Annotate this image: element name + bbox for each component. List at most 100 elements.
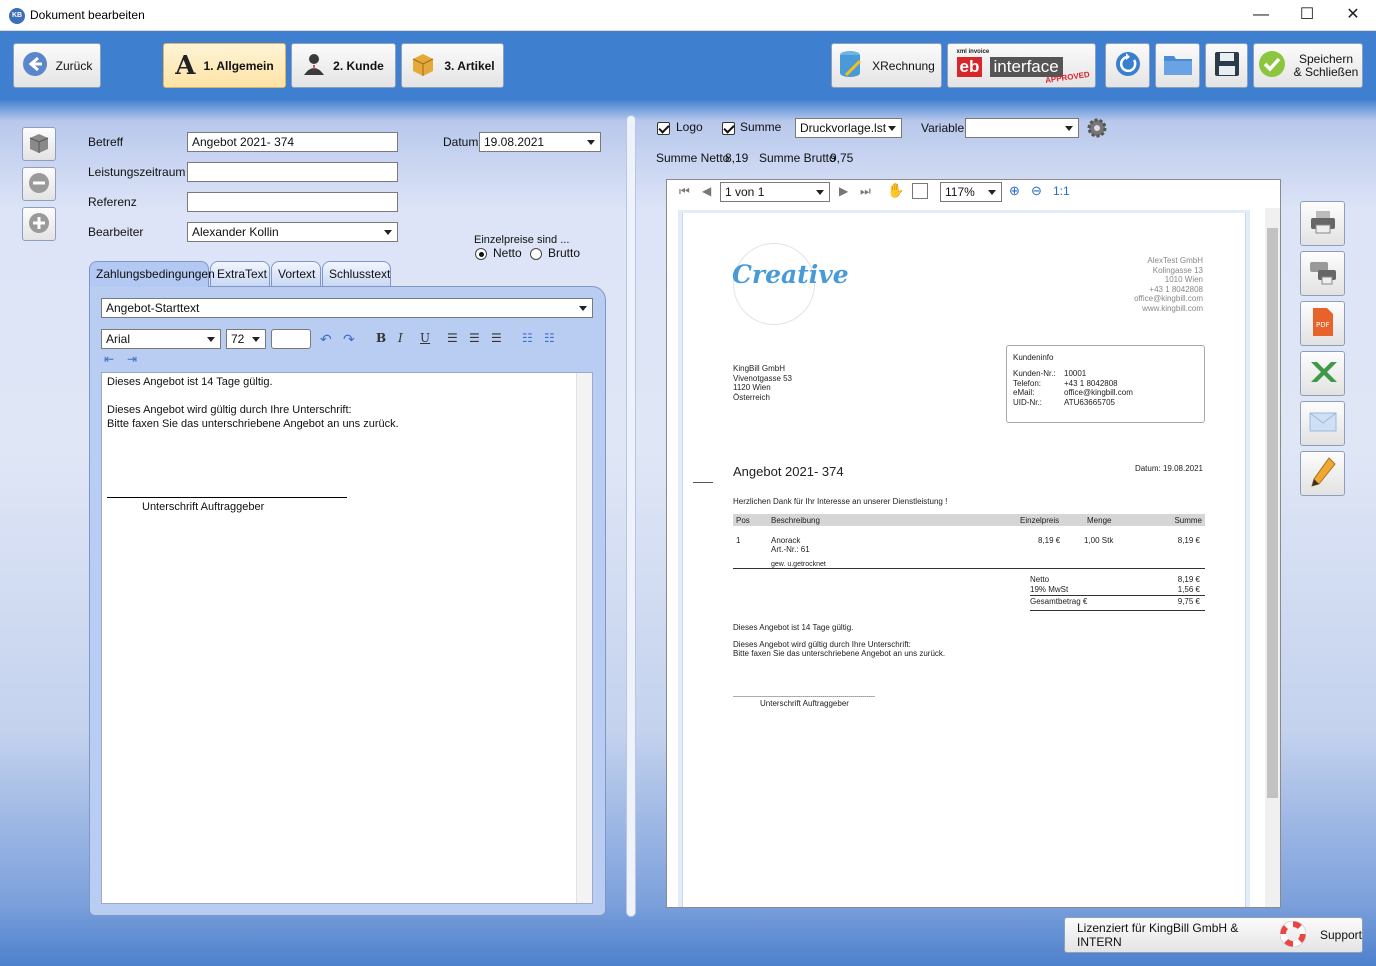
preview-scrollbar[interactable] (1265, 208, 1280, 907)
sender-line: +43 1 8042808 (1149, 284, 1203, 294)
add-button[interactable] (22, 207, 56, 241)
indent-icon[interactable]: ⇥ (127, 352, 137, 366)
maximize-button[interactable]: ☐ (1284, 0, 1330, 31)
edit-button[interactable] (1300, 451, 1345, 496)
bearbeiter-select[interactable]: Alexander Kollin (187, 222, 398, 242)
align-center-icon[interactable]: ☰ (469, 331, 480, 345)
print-multiple-button[interactable] (1300, 251, 1345, 296)
title-bar: KB Dokument bearbeiten — ☐ ✕ (0, 0, 1376, 31)
save-button[interactable] (1205, 43, 1248, 88)
save-close-button[interactable]: Speichern & Schließen (1253, 43, 1363, 88)
betreff-input[interactable]: Angebot 2021- 374 (187, 132, 398, 152)
variable-label: Variable (921, 121, 965, 135)
header-menge: Menge (1087, 516, 1112, 525)
zoom-value: 117% (945, 185, 975, 199)
summe-netto-label: Summe Netto (656, 151, 730, 165)
pdf-button[interactable]: PDF (1300, 301, 1345, 346)
remove-button[interactable] (22, 167, 56, 201)
datum-picker[interactable]: 19.08.2021 (479, 132, 601, 152)
folder-button[interactable] (1155, 43, 1200, 88)
numbered-list-icon[interactable]: ☷ (544, 331, 555, 345)
plus-icon (28, 212, 50, 237)
minimize-button[interactable]: — (1238, 0, 1284, 31)
font-select[interactable]: Arial (101, 329, 221, 349)
scrollbar-thumb[interactable] (1267, 228, 1278, 798)
font-size-select[interactable]: 72 (226, 329, 266, 349)
last-page-icon[interactable]: ⏭ (860, 184, 871, 199)
tab-schlusstext[interactable]: Schlusstext (322, 261, 391, 286)
tab-zahlungsbedingungen[interactable]: Zahlungsbedingungen (89, 261, 215, 287)
item-einzelpreis: 8,19 € (1038, 536, 1061, 545)
article-box-button[interactable] (22, 127, 56, 161)
email-button[interactable] (1300, 401, 1345, 446)
license-text: Lizenziert für KingBill GmbH & INTERN (1077, 921, 1239, 949)
redo-icon[interactable]: ↷ (343, 331, 355, 348)
preview-toolbar: ⏮ ◀ 1 von 1 ▶ ⏭ ✋ 117% ⊕ ⊖ 1:1 (667, 180, 1279, 204)
close-button[interactable]: ✕ (1330, 0, 1376, 31)
kundeninfo-value: ATU63665705 (1064, 397, 1115, 407)
summe-netto-value: 8,19 (725, 151, 749, 165)
item-menge: 1,00 Stk (1084, 536, 1114, 545)
summe-checkbox[interactable] (722, 122, 735, 135)
sender-block: AlexTest GmbH Kolingasse 13 1010 Wien +4… (1134, 256, 1203, 313)
druckvorlage-select[interactable]: Druckvorlage.lst (795, 118, 902, 138)
folder-icon (1163, 52, 1193, 79)
tab-artikel-label: 3. Artikel (444, 58, 495, 73)
outdent-icon[interactable]: ⇤ (104, 352, 114, 366)
tab-allgemein[interactable]: A 1. Allgemein (163, 43, 286, 88)
template-value: Angebot-Starttext (106, 301, 200, 315)
minus-icon (28, 172, 50, 197)
bullet-list-icon[interactable]: ☷ (522, 331, 533, 345)
print-button[interactable] (1300, 201, 1345, 246)
italic-icon[interactable]: I (398, 331, 403, 345)
editor-signature: Unterschrift Auftraggeber (142, 501, 265, 513)
underline-icon[interactable]: U (420, 331, 430, 345)
referenz-input[interactable] (187, 192, 398, 212)
tab-extratext[interactable]: ExtraText (210, 261, 270, 286)
zoom-select[interactable]: 117% (940, 182, 1002, 202)
color-field[interactable] (271, 329, 311, 349)
splitter[interactable] (626, 115, 636, 917)
person-icon (303, 52, 325, 79)
tab-kunde[interactable]: 2. Kunde (291, 43, 396, 88)
tab-vortext[interactable]: Vortext (271, 261, 321, 286)
bold-icon[interactable]: B (376, 331, 386, 345)
chevron-down-icon (207, 337, 215, 342)
license-support-button[interactable]: Lizenziert für KingBill GmbH & INTERN Su… (1064, 917, 1363, 953)
back-button[interactable]: Zurück (13, 43, 101, 88)
page-select[interactable]: 1 von 1 (720, 182, 830, 202)
template-select[interactable]: Angebot-Starttext (101, 298, 593, 318)
tab-artikel[interactable]: 3. Artikel (401, 43, 504, 88)
refresh-button[interactable] (1105, 43, 1150, 88)
logo-checkbox[interactable] (657, 122, 670, 135)
zoom-out-icon[interactable]: ⊖ (1031, 183, 1042, 199)
kundeninfo-value: +43 1 8042808 (1064, 378, 1118, 388)
zoom-in-icon[interactable]: ⊕ (1009, 183, 1020, 199)
leistungszeitraum-input[interactable] (187, 162, 398, 182)
refresh-icon (1114, 50, 1142, 81)
einzelpreise-label: Einzelpreise sind ... (474, 234, 570, 246)
next-page-icon[interactable]: ▶ (839, 184, 848, 198)
prev-page-icon[interactable]: ◀ (702, 184, 711, 198)
align-left-icon[interactable]: ☰ (447, 331, 458, 345)
undo-icon[interactable]: ↶ (320, 331, 332, 348)
align-right-icon[interactable]: ☰ (491, 331, 502, 345)
totals-values: 8,19 € 1,56 € 9,75 € (1178, 575, 1200, 607)
zoom-actual-button[interactable]: 1:1 (1053, 184, 1070, 198)
editor-scrollbar[interactable] (576, 373, 592, 903)
xrechnung-button[interactable]: XRechnung (831, 43, 942, 88)
first-page-icon[interactable]: ⏮ (679, 184, 690, 199)
referenz-label: Referenz (88, 195, 137, 209)
brutto-radio[interactable] (530, 248, 542, 260)
text-editor[interactable]: Dieses Angebot ist 14 Tage gültig. Diese… (101, 372, 593, 904)
netto-radio[interactable] (475, 248, 487, 260)
hand-tool-icon[interactable]: ✋ (887, 182, 904, 199)
excel-button[interactable] (1300, 351, 1345, 396)
fold-mark (693, 482, 713, 483)
gear-icon[interactable] (1086, 117, 1108, 142)
zoom-box-icon[interactable] (912, 183, 928, 199)
ebinterface-button[interactable]: xml invoice eb interface APPROVED (947, 43, 1096, 88)
chevron-down-icon (252, 337, 260, 342)
variable-select[interactable] (965, 118, 1079, 138)
document-title: Angebot 2021- 374 (733, 464, 844, 479)
